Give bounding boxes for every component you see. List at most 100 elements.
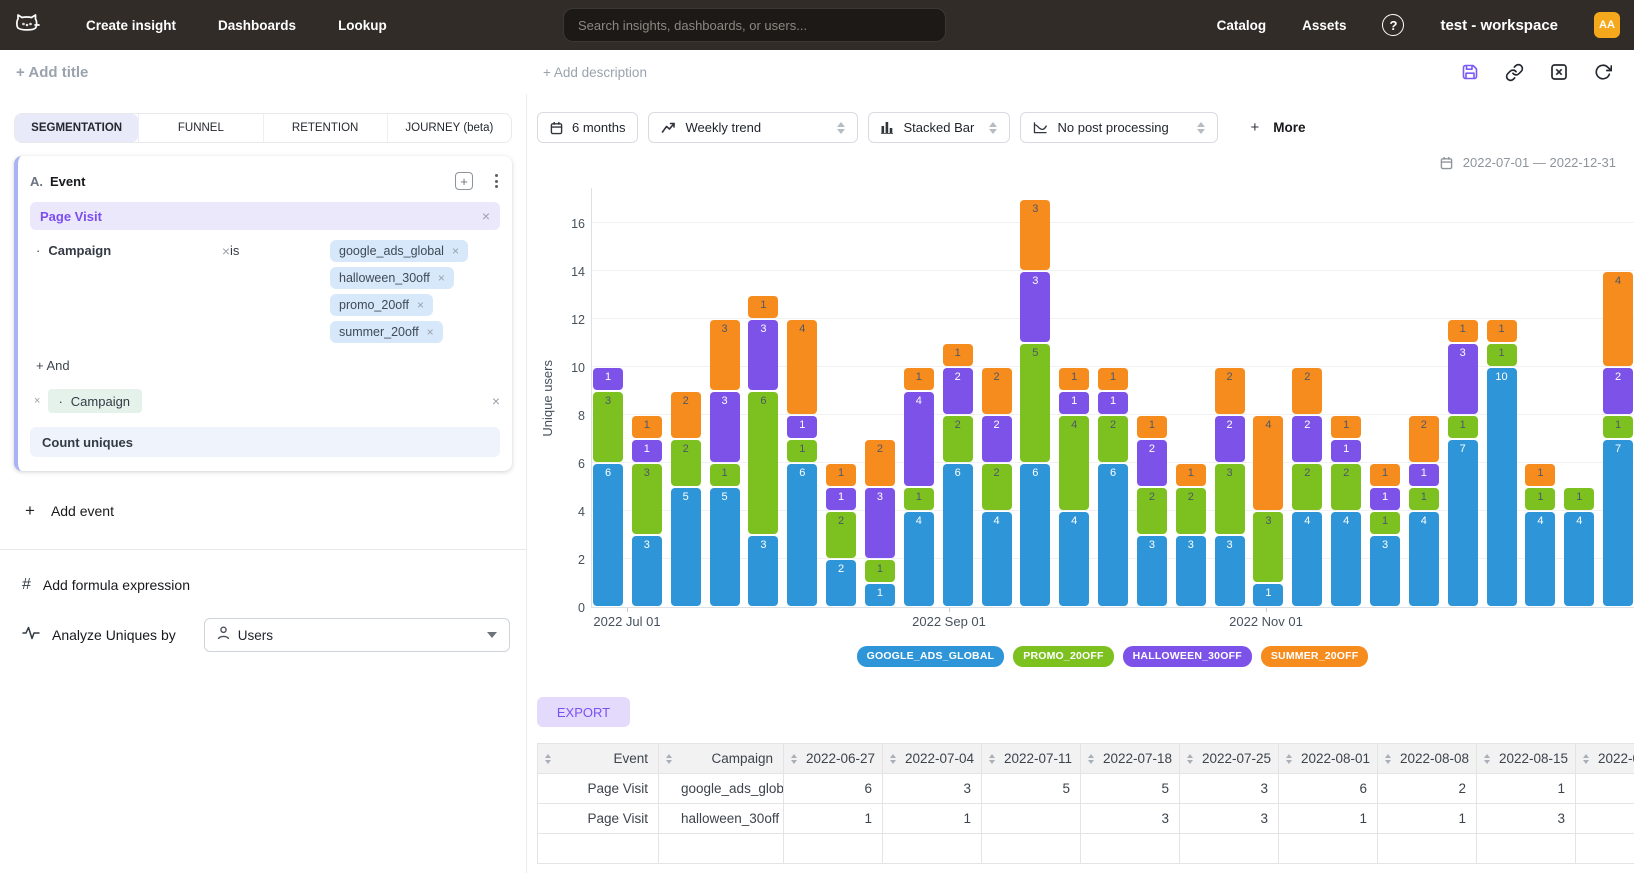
bar-segment-google_ads_global[interactable]: 1 [865,584,895,606]
bar-segment-summer_20off[interactable]: 4 [787,320,817,414]
bar-segment-summer_20off[interactable]: 1 [904,368,934,390]
bar-segment-promo_20off[interactable]: 2 [982,464,1012,510]
bar-segment-promo_20off[interactable]: 2 [1331,464,1361,510]
bar-segment-summer_20off[interactable]: 1 [1487,320,1517,342]
legend-pill-halloween_30off[interactable]: HALLOWEEN_30OFF [1123,646,1252,667]
bar-segment-summer_20off[interactable]: 3 [710,320,740,390]
bar-segment-halloween_30off[interactable]: 1 [1098,392,1128,414]
bar-segment-summer_20off[interactable]: 2 [671,392,701,438]
column-header-campaign[interactable]: Campaign [659,744,784,774]
bar-segment-promo_20off[interactable]: 5 [1020,344,1050,462]
bar-segment-promo_20off[interactable]: 2 [1176,488,1206,534]
sort-icon[interactable] [1484,754,1490,764]
bar-segment-google_ads_global[interactable]: 3 [1370,536,1400,606]
breakdown-chip[interactable]: · Campaign [48,389,142,413]
remove-event-icon[interactable]: × [482,208,490,224]
column-header-2022-07-04[interactable]: 2022-07-04 [883,744,982,774]
bar-segment-halloween_30off[interactable]: 2 [1215,416,1245,462]
add-and-condition[interactable]: + And [36,358,500,373]
bar-segment-promo_20off[interactable]: 1 [1603,416,1633,438]
bar-segment-summer_20off[interactable]: 1 [748,296,778,318]
bar-segment-google_ads_global[interactable]: 6 [593,464,623,606]
bar-segment-halloween_30off[interactable]: 3 [748,320,778,390]
bar-segment-halloween_30off[interactable]: 2 [1137,440,1167,486]
tab-retention[interactable]: RETENTION [263,114,387,142]
bar-segment-google_ads_global[interactable]: 4 [904,512,934,606]
bar-segment-promo_20off[interactable]: 1 [1525,488,1555,510]
nav-catalog[interactable]: Catalog [1217,18,1267,33]
column-header-2022-08-08[interactable]: 2022-08-08 [1378,744,1477,774]
bar-segment-promo_20off[interactable]: 1 [710,464,740,486]
bar-segment-google_ads_global[interactable]: 3 [632,536,662,606]
column-header-event[interactable]: Event [538,744,659,774]
column-header-2022-07-18[interactable]: 2022-07-18 [1081,744,1180,774]
bar-segment-halloween_30off[interactable]: 2 [982,416,1012,462]
aggregation-row[interactable]: Count uniques [30,427,500,457]
column-header-2022-08-15[interactable]: 2022-08-15 [1477,744,1576,774]
remove-filter-icon[interactable]: × [222,243,230,259]
bar-segment-google_ads_global[interactable]: 3 [1137,536,1167,606]
bar-segment-promo_20off[interactable]: 1 [865,560,895,582]
tab-segmentation[interactable]: SEGMENTATION [15,114,138,142]
column-header-2022-06-27[interactable]: 2022-06-27 [784,744,883,774]
filter-value-chip[interactable]: halloween_30off× [330,267,454,289]
bar-segment-summer_20off[interactable]: 1 [1098,368,1128,390]
filter-value-chip[interactable]: summer_20off× [330,321,443,343]
legend-pill-promo_20off[interactable]: PROMO_20OFF [1013,646,1113,667]
sort-icon[interactable] [666,754,672,764]
post-processing-select[interactable]: No post processing [1020,112,1218,143]
workspace-name[interactable]: test - workspace [1440,17,1558,34]
tab-journey-beta-[interactable]: JOURNEY (beta) [387,114,511,142]
bar-segment-google_ads_global[interactable]: 3 [1176,536,1206,606]
bar-segment-halloween_30off[interactable]: 4 [904,392,934,486]
sort-icon[interactable] [989,754,995,764]
more-button[interactable]: + More [1250,119,1305,136]
bar-segment-summer_20off[interactable]: 4 [1253,416,1283,510]
remove-value-icon[interactable]: × [452,244,459,258]
filter-value-chip[interactable]: google_ads_global× [330,240,468,262]
bar-segment-promo_20off[interactable]: 1 [1487,344,1517,366]
bar-segment-halloween_30off[interactable]: 3 [710,392,740,462]
selected-event-row[interactable]: Page Visit × [30,202,500,230]
nav-lookup[interactable]: Lookup [338,18,387,33]
sort-icon[interactable] [1187,754,1193,764]
bar-segment-promo_20off[interactable]: 2 [1137,488,1167,534]
save-icon[interactable] [1461,63,1479,81]
filter-property[interactable]: Campaign [48,243,221,258]
bar-segment-promo_20off[interactable]: 3 [632,464,662,534]
bar-segment-halloween_30off[interactable]: 1 [826,488,856,510]
bar-segment-promo_20off[interactable]: 2 [1098,416,1128,462]
bar-segment-google_ads_global[interactable]: 1 [1253,584,1283,606]
link-icon[interactable] [1505,63,1524,82]
remove-value-icon[interactable]: × [427,325,434,339]
remove-value-icon[interactable]: × [417,298,424,312]
bar-segment-promo_20off[interactable]: 1 [904,488,934,510]
bar-segment-google_ads_global[interactable]: 4 [1331,512,1361,606]
bar-segment-halloween_30off[interactable]: 2 [943,368,973,414]
bar-segment-summer_20off[interactable]: 1 [632,416,662,438]
bar-segment-promo_20off[interactable]: 3 [1215,464,1245,534]
nav-create-insight[interactable]: Create insight [86,18,176,33]
bar-segment-google_ads_global[interactable]: 3 [748,536,778,606]
remove-breakdown-right-icon[interactable]: × [142,393,500,409]
bar-segment-google_ads_global[interactable]: 4 [1409,512,1439,606]
bar-segment-google_ads_global[interactable]: 3 [1215,536,1245,606]
bar-segment-halloween_30off[interactable]: 3 [1020,272,1050,342]
bar-segment-google_ads_global[interactable]: 4 [1564,512,1594,606]
filter-operator[interactable]: is [230,240,316,343]
kebab-menu-icon[interactable] [493,172,500,190]
bar-segment-summer_20off[interactable]: 3 [1020,200,1050,270]
add-formula-button[interactable]: # Add formula expression [22,576,512,594]
sort-icon[interactable] [1088,754,1094,764]
bar-segment-halloween_30off[interactable]: 3 [1448,344,1478,414]
bar-segment-halloween_30off[interactable]: 2 [1292,416,1322,462]
close-insight-icon[interactable] [1550,63,1568,81]
bar-segment-halloween_30off[interactable]: 1 [632,440,662,462]
bar-segment-promo_20off[interactable]: 6 [748,392,778,534]
bar-segment-summer_20off[interactable]: 1 [1059,368,1089,390]
sort-icon[interactable] [791,754,797,764]
bar-segment-summer_20off[interactable]: 1 [1370,464,1400,486]
remove-value-icon[interactable]: × [438,271,445,285]
bar-segment-promo_20off[interactable]: 2 [671,440,701,486]
bar-segment-promo_20off[interactable]: 1 [1409,488,1439,510]
